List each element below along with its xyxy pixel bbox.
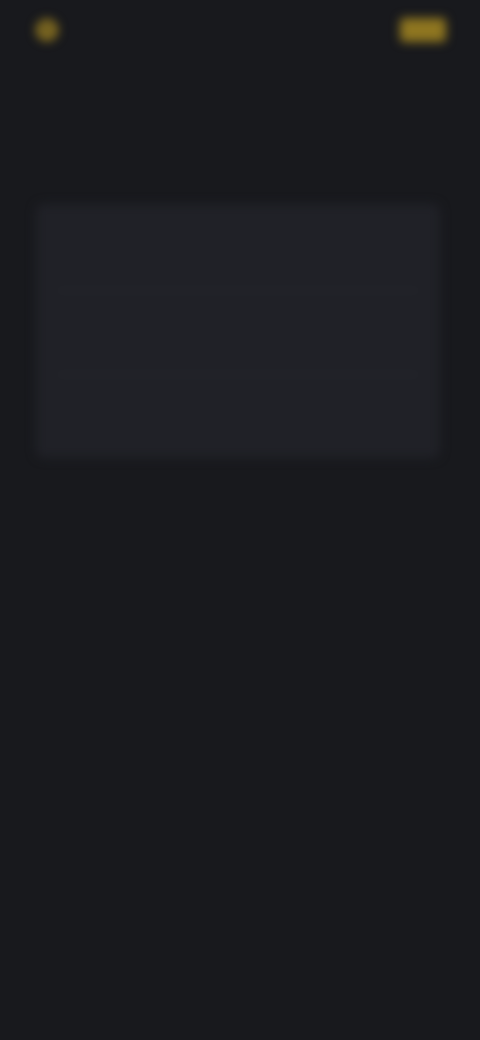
brand-logo-icon[interactable]: B [36, 19, 58, 41]
options-panel [36, 204, 440, 458]
option-row[interactable] [36, 292, 440, 374]
divider [56, 290, 420, 291]
divider [56, 374, 420, 375]
top-action-button[interactable] [400, 18, 446, 42]
option-row[interactable] [36, 208, 440, 290]
option-value [378, 409, 412, 425]
option-row[interactable] [36, 376, 440, 458]
top-bar: B [0, 0, 480, 62]
brand-mark-text: B [43, 24, 51, 36]
option-value [378, 325, 412, 341]
option-value [378, 241, 412, 257]
app-screen: B [0, 0, 480, 1040]
